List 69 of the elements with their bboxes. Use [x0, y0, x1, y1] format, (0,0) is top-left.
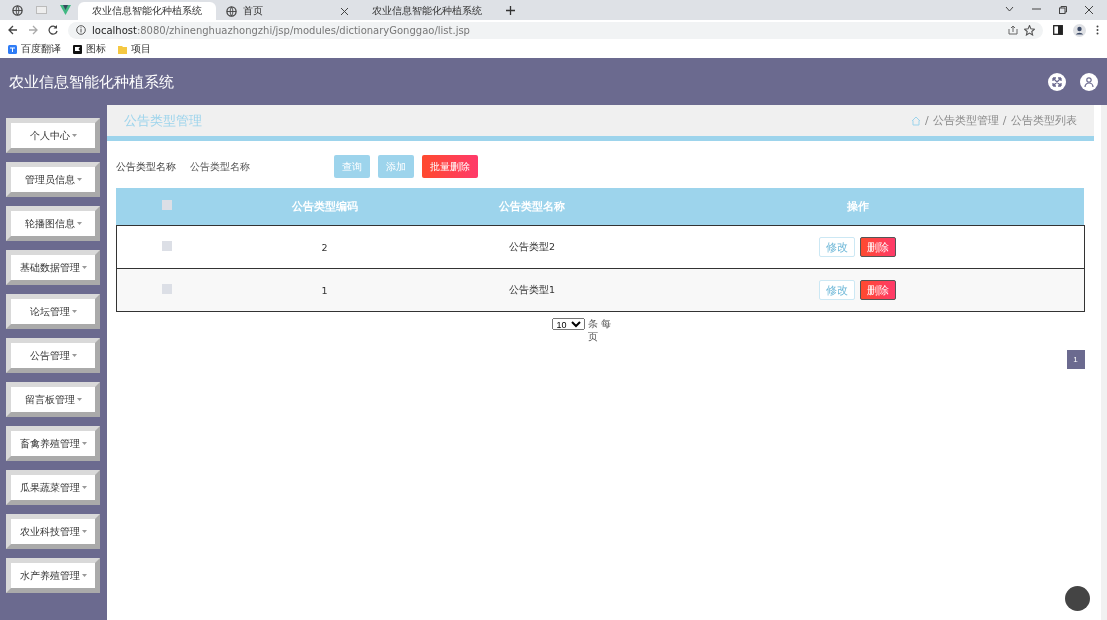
info-icon[interactable] — [76, 25, 86, 35]
globe-icon — [11, 4, 23, 16]
address-bar[interactable]: localhost:8080/zhinenghuazhongzhi/jsp/modules/dictionaryGonggao/list.jsp — [68, 21, 1043, 39]
table-cell: 2 — [217, 225, 433, 269]
caret-icon — [71, 310, 77, 313]
caret-icon — [76, 222, 82, 225]
browser-tab[interactable]: 农业信息智能化种植系统 — [78, 2, 216, 20]
browser-tab[interactable]: 农业信息智能化种植系统 — [358, 2, 496, 20]
page-size-label: 条 每页 — [587, 318, 612, 344]
chevron-down-icon[interactable] — [1005, 6, 1014, 12]
sidebar-item[interactable]: 农业科技管理 — [6, 514, 101, 549]
bookmark[interactable]: 图标 — [73, 42, 106, 56]
page-size-select[interactable]: 10 — [551, 318, 585, 330]
app-title: 农业信息智能化种植系统 — [9, 72, 175, 92]
bookmark[interactable]: 项目 — [118, 42, 151, 56]
caret-icon — [71, 134, 77, 137]
sidebar-item[interactable]: 水产养殖管理 — [6, 558, 101, 593]
column-header: 公告类型名称 — [432, 188, 633, 226]
sidebar-item[interactable]: 公告管理 — [6, 338, 101, 373]
caret-icon — [81, 530, 87, 533]
translate-icon — [8, 44, 17, 54]
breadcrumb-separator: / — [925, 114, 929, 127]
profile-icon[interactable] — [1073, 23, 1086, 37]
star-icon[interactable] — [1024, 24, 1035, 36]
caret-icon — [71, 354, 77, 357]
user-icon[interactable] — [1080, 73, 1098, 91]
folder-icon — [118, 44, 127, 54]
page-title: 公告类型管理 — [123, 111, 203, 130]
breadcrumb-separator: / — [1002, 114, 1007, 127]
column-header: 公告类型编码 — [217, 188, 433, 226]
sidebar-item[interactable]: 论坛管理 — [6, 294, 101, 329]
table-cell: 1 — [217, 268, 433, 312]
sidebar-item[interactable]: 管理员信息 — [6, 162, 101, 197]
back-icon[interactable] — [8, 25, 18, 35]
flag-icon — [73, 44, 82, 54]
sidebar-item[interactable]: 轮播图信息 — [6, 206, 101, 241]
caret-icon — [81, 266, 87, 269]
triangle-icon[interactable] — [59, 5, 71, 15]
new-tab-icon[interactable] — [506, 6, 515, 15]
bookmark[interactable]: 百度翻译 — [8, 42, 61, 56]
sidebar-item[interactable]: 个人中心 — [6, 118, 101, 153]
sidebar-item[interactable]: 基础数据管理 — [6, 250, 101, 285]
globe-icon — [226, 5, 237, 17]
floating-button[interactable] — [1065, 586, 1090, 611]
checkbox[interactable] — [161, 284, 172, 294]
sidebar-item[interactable]: 畜禽养殖管理 — [6, 426, 101, 461]
fullscreen-icon[interactable] — [1048, 73, 1066, 91]
reload-icon[interactable] — [48, 25, 58, 35]
sidebar-item[interactable]: 留言板管理 — [6, 382, 101, 417]
close-icon[interactable] — [1085, 6, 1093, 14]
checkbox[interactable] — [161, 241, 172, 251]
caret-icon — [76, 178, 82, 181]
side-panel-icon[interactable] — [1053, 25, 1063, 35]
page-number[interactable]: 1 — [1066, 350, 1085, 369]
caret-icon — [81, 486, 87, 489]
share-icon[interactable] — [1008, 25, 1018, 35]
caret-icon — [81, 442, 87, 445]
caret-icon — [81, 574, 87, 577]
close-icon[interactable] — [341, 7, 348, 15]
checkbox[interactable] — [161, 200, 172, 210]
column-header: 操作 — [632, 188, 1084, 226]
caret-icon — [76, 398, 82, 401]
sidebar-item[interactable]: 瓜果蔬菜管理 — [6, 470, 101, 505]
table-cell: 公告类型2 — [432, 225, 633, 269]
menu-icon[interactable] — [1096, 25, 1099, 35]
search-label: 公告类型名称 — [115, 159, 176, 174]
table-cell: 公告类型1 — [432, 268, 633, 312]
browser-tab[interactable]: 首页 — [218, 2, 356, 20]
restore-icon[interactable] — [1059, 6, 1067, 14]
